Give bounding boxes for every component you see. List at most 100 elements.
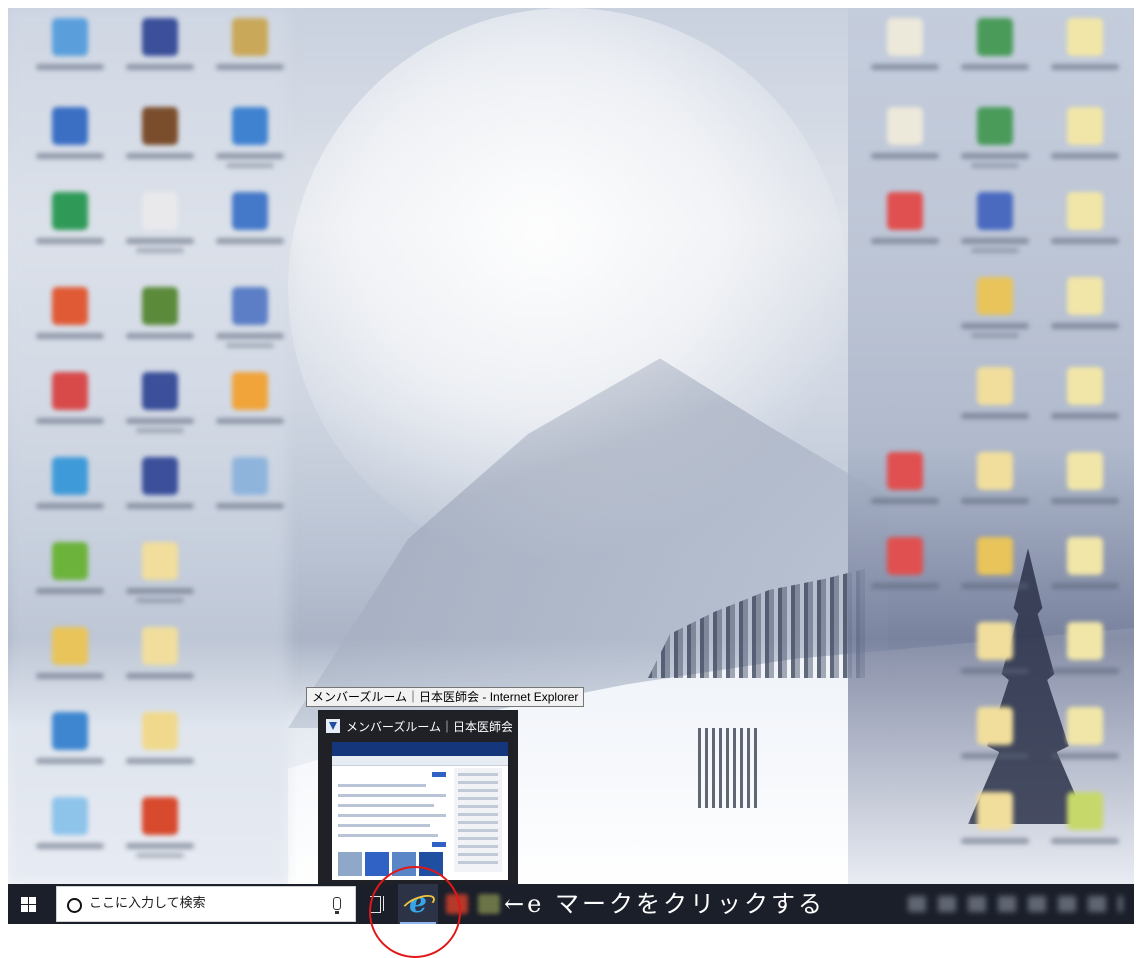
file-icon	[1067, 192, 1103, 230]
app-icon	[52, 542, 88, 580]
app-icon	[52, 797, 88, 835]
desktop-icon[interactable]	[953, 533, 1037, 623]
desktop-icon[interactable]	[208, 188, 292, 278]
taskbar-window-preview[interactable]: メンバーズルーム｜日本医師会 - In...	[318, 710, 518, 884]
app-icon	[52, 712, 88, 750]
desktop-icon[interactable]	[28, 538, 112, 628]
app-icon	[52, 457, 88, 495]
desktop-icon[interactable]	[28, 188, 112, 278]
file-icon	[1067, 277, 1103, 315]
search-box[interactable]: ここに入力して検索	[56, 886, 356, 922]
app-icon	[142, 107, 178, 145]
desktop-icon[interactable]	[953, 14, 1037, 104]
app-icon	[977, 107, 1013, 145]
desktop-icon[interactable]	[1043, 618, 1127, 708]
file-icon	[887, 107, 923, 145]
desktop-icon[interactable]	[953, 788, 1037, 878]
file-icon	[1067, 452, 1103, 490]
desktop-icon[interactable]	[28, 14, 112, 104]
microphone-icon[interactable]	[333, 897, 341, 914]
app-icon	[232, 372, 268, 410]
thumbnail-text-line	[338, 804, 434, 807]
app-icon	[977, 192, 1013, 230]
wallpaper-trees-small	[698, 728, 758, 808]
desktop-icon[interactable]	[118, 453, 202, 543]
desktop-icon[interactable]	[863, 14, 947, 104]
app-icon	[52, 107, 88, 145]
desktop-icon[interactable]	[118, 283, 202, 373]
start-button[interactable]	[8, 884, 48, 924]
app-icon	[142, 287, 178, 325]
desktop	[8, 8, 1134, 884]
desktop-icon[interactable]	[1043, 703, 1127, 793]
desktop-icon[interactable]	[208, 283, 292, 373]
app-icon	[52, 192, 88, 230]
folder-icon	[977, 277, 1013, 315]
desktop-icon[interactable]	[118, 623, 202, 713]
desktop-icon[interactable]	[1043, 188, 1127, 278]
desktop-icon[interactable]	[118, 188, 202, 278]
desktop-icon[interactable]	[208, 453, 292, 543]
app-icon	[142, 18, 178, 56]
desktop-icon[interactable]	[118, 538, 202, 628]
folder-icon	[142, 627, 178, 665]
folder-icon	[977, 622, 1013, 660]
desktop-icon[interactable]	[118, 793, 202, 883]
desktop-icon[interactable]	[953, 448, 1037, 538]
desktop-icon[interactable]	[1043, 14, 1127, 104]
file-icon	[1067, 18, 1103, 56]
desktop-icon[interactable]	[863, 103, 947, 193]
thumbnail-badge	[432, 842, 446, 847]
window-title-tooltip: メンバーズルーム｜日本医師会 - Internet Explorer	[306, 687, 585, 707]
search-placeholder: ここに入力して検索	[89, 896, 206, 911]
desktop-icon[interactable]	[1043, 788, 1127, 878]
instruction-annotation: ←e マークをクリックする	[504, 890, 825, 918]
desktop-icon[interactable]	[118, 103, 202, 193]
app-icon	[232, 18, 268, 56]
thumbnail-badge	[432, 772, 446, 777]
desktop-icon[interactable]	[953, 103, 1037, 193]
system-tray[interactable]	[908, 896, 1123, 912]
desktop-icon[interactable]	[28, 708, 112, 798]
desktop-icon[interactable]	[1043, 363, 1127, 453]
desktop-icon[interactable]	[28, 368, 112, 458]
desktop-icon[interactable]	[863, 448, 947, 538]
app-icon	[1067, 792, 1103, 830]
desktop-icon[interactable]	[208, 103, 292, 193]
file-icon	[1067, 537, 1103, 575]
desktop-icon[interactable]	[28, 623, 112, 713]
desktop-icon[interactable]	[1043, 448, 1127, 538]
desktop-icon[interactable]	[208, 368, 292, 458]
desktop-icon[interactable]	[863, 533, 947, 623]
desktop-icon[interactable]	[118, 14, 202, 104]
desktop-icon[interactable]	[1043, 533, 1127, 623]
desktop-icon[interactable]	[28, 453, 112, 543]
file-icon	[1067, 107, 1103, 145]
desktop-icon[interactable]	[953, 188, 1037, 278]
desktop-icon[interactable]	[118, 708, 202, 798]
desktop-icon[interactable]	[208, 14, 292, 104]
desktop-icon[interactable]	[28, 283, 112, 373]
preview-thumbnail[interactable]	[332, 742, 508, 880]
desktop-icon[interactable]	[863, 188, 947, 278]
desktop-icon[interactable]	[1043, 103, 1127, 193]
desktop-icon[interactable]	[28, 103, 112, 193]
highlight-circle	[369, 866, 461, 958]
taskbar-app-icon[interactable]	[478, 894, 500, 914]
desktop-icon[interactable]	[953, 618, 1037, 708]
app-icon	[142, 797, 178, 835]
desktop-icon[interactable]	[28, 793, 112, 883]
folder-icon	[977, 367, 1013, 405]
desktop-icon[interactable]	[1043, 273, 1127, 363]
desktop-icon[interactable]	[953, 703, 1037, 793]
thumbnail-nav-bar	[332, 756, 508, 766]
desktop-icon[interactable]	[118, 368, 202, 458]
desktop-icon[interactable]	[953, 363, 1037, 453]
preview-title: メンバーズルーム｜日本医師会 - In...	[346, 720, 512, 734]
app-icon	[232, 107, 268, 145]
site-logo-icon	[326, 719, 340, 733]
thumbnail-text-line	[338, 824, 430, 827]
folder-icon	[142, 712, 178, 750]
desktop-icon[interactable]	[953, 273, 1037, 363]
thumbnail-text-line	[338, 834, 438, 837]
